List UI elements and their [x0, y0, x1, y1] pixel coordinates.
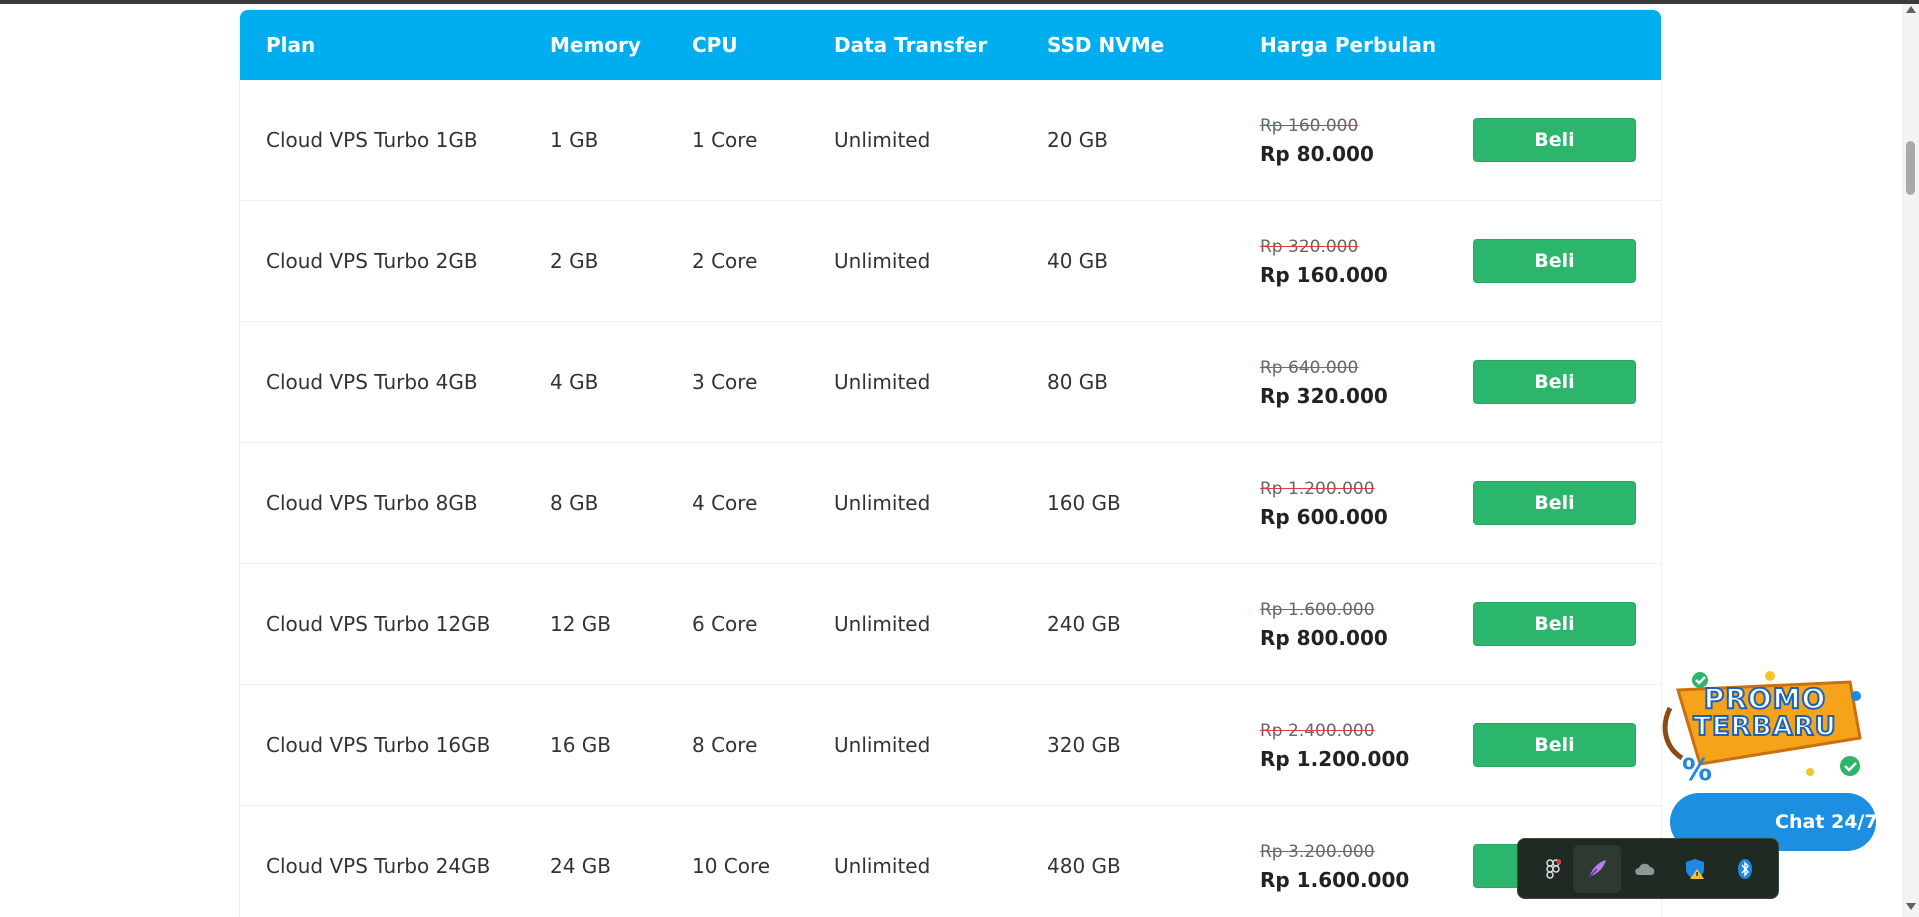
data-transfer-value: Unlimited — [834, 854, 931, 878]
promo-line1: PROMO — [1703, 681, 1827, 716]
memory-value: 4 GB — [550, 370, 599, 394]
ssd-value: 320 GB — [1047, 733, 1121, 757]
plan-name: Cloud VPS Turbo 1GB — [266, 128, 478, 152]
cpu-value: 8 Core — [692, 733, 758, 757]
bluetooth-icon[interactable] — [1730, 854, 1760, 884]
ssd-value: 480 GB — [1047, 854, 1121, 878]
buy-button[interactable]: Beli — [1473, 118, 1636, 162]
buy-button[interactable]: Beli — [1473, 602, 1636, 646]
memory-value: 2 GB — [550, 249, 599, 273]
header-memory: Memory — [550, 33, 641, 57]
data-transfer-value: Unlimited — [834, 370, 931, 394]
table-header: Plan Memory CPU Data Transfer SSD NVMe H… — [240, 10, 1661, 80]
cpu-value: 3 Core — [692, 370, 758, 394]
data-transfer-value: Unlimited — [834, 128, 931, 152]
ssd-value: 80 GB — [1047, 370, 1109, 394]
cpu-value: 2 Core — [692, 249, 758, 273]
data-transfer-value: Unlimited — [834, 491, 931, 515]
cpu-value: 10 Core — [692, 854, 771, 878]
price-original: Rp 1.200.000 — [1260, 479, 1375, 499]
price-discounted: Rp 600.000 — [1260, 505, 1388, 529]
buy-button[interactable]: Beli — [1473, 481, 1636, 525]
price-discounted: Rp 320.000 — [1260, 384, 1388, 408]
chat-label: Chat 24/7 — [1775, 811, 1878, 833]
price-original: Rp 2.400.000 — [1260, 721, 1375, 741]
price-discounted: Rp 1.600.000 — [1260, 868, 1410, 892]
plan-name: Cloud VPS Turbo 16GB — [266, 733, 491, 757]
cloud-icon[interactable] — [1630, 854, 1660, 884]
ssd-value: 40 GB — [1047, 249, 1109, 273]
quill-icon[interactable] — [1573, 845, 1621, 893]
buy-button[interactable]: Beli — [1473, 360, 1636, 404]
plan-name: Cloud VPS Turbo 24GB — [266, 854, 491, 878]
memory-value: 16 GB — [550, 733, 612, 757]
price-original: Rp 1.600.000 — [1260, 600, 1375, 620]
table-row: Cloud VPS Turbo 2GB 2 GB 2 Core Unlimite… — [240, 201, 1661, 322]
memory-value: 1 GB — [550, 128, 599, 152]
scroll-thumb[interactable] — [1906, 141, 1915, 195]
header-price: Harga Perbulan — [1260, 33, 1437, 57]
table-row: Cloud VPS Turbo 1GB 1 GB 1 Core Unlimite… — [240, 80, 1661, 201]
buy-button[interactable]: Beli — [1473, 723, 1636, 767]
plan-name: Cloud VPS Turbo 12GB — [266, 612, 491, 636]
price-discounted: Rp 1.200.000 — [1260, 747, 1410, 771]
data-transfer-value: Unlimited — [834, 733, 931, 757]
header-plan: Plan — [266, 33, 316, 57]
ssd-value: 240 GB — [1047, 612, 1121, 636]
table-row: Cloud VPS Turbo 8GB 8 GB 4 Core Unlimite… — [240, 443, 1661, 564]
data-transfer-value: Unlimited — [834, 612, 931, 636]
plan-name: Cloud VPS Turbo 8GB — [266, 491, 478, 515]
promo-badge[interactable]: % PROMO TERBARU — [1660, 668, 1870, 788]
pricing-table: Plan Memory CPU Data Transfer SSD NVMe H… — [240, 10, 1661, 917]
cpu-value: 4 Core — [692, 491, 758, 515]
figma-icon[interactable] — [1538, 854, 1568, 884]
buy-button[interactable]: Beli — [1473, 239, 1636, 283]
memory-value: 24 GB — [550, 854, 612, 878]
ssd-value: 20 GB — [1047, 128, 1109, 152]
price-discounted: Rp 800.000 — [1260, 626, 1388, 650]
price-original: Rp 320.000 — [1260, 237, 1359, 257]
table-row: Cloud VPS Turbo 12GB 12 GB 6 Core Unlimi… — [240, 564, 1661, 685]
price-original: Rp 640.000 — [1260, 358, 1359, 378]
price-discounted: Rp 80.000 — [1260, 142, 1374, 166]
plan-name: Cloud VPS Turbo 4GB — [266, 370, 478, 394]
header-data-transfer: Data Transfer — [834, 33, 988, 57]
scroll-up-arrow-icon[interactable] — [1906, 6, 1916, 13]
data-transfer-value: Unlimited — [834, 249, 931, 273]
plan-name: Cloud VPS Turbo 2GB — [266, 249, 478, 273]
price-original: Rp 3.200.000 — [1260, 842, 1375, 862]
promo-line2: TERBARU — [1692, 711, 1837, 743]
table-row: Cloud VPS Turbo 16GB 16 GB 8 Core Unlimi… — [240, 685, 1661, 806]
memory-value: 8 GB — [550, 491, 599, 515]
ssd-value: 160 GB — [1047, 491, 1121, 515]
cpu-value: 6 Core — [692, 612, 758, 636]
header-cpu: CPU — [692, 33, 738, 57]
scroll-down-arrow-icon[interactable] — [1906, 903, 1916, 910]
page-scrollbar[interactable] — [1902, 4, 1919, 917]
shield-warning-icon[interactable] — [1680, 854, 1710, 884]
window-top-border — [0, 0, 1919, 4]
cpu-value: 1 Core — [692, 128, 758, 152]
table-row: Cloud VPS Turbo 24GB 24 GB 10 Core Unlim… — [240, 806, 1661, 917]
header-ssd: SSD NVMe — [1047, 33, 1165, 57]
svg-text:%: % — [1682, 753, 1712, 786]
price-original: Rp 160.000 — [1260, 116, 1359, 136]
table-row: Cloud VPS Turbo 4GB 4 GB 3 Core Unlimite… — [240, 322, 1661, 443]
system-tray-popup — [1517, 838, 1779, 899]
price-discounted: Rp 160.000 — [1260, 263, 1388, 287]
memory-value: 12 GB — [550, 612, 612, 636]
